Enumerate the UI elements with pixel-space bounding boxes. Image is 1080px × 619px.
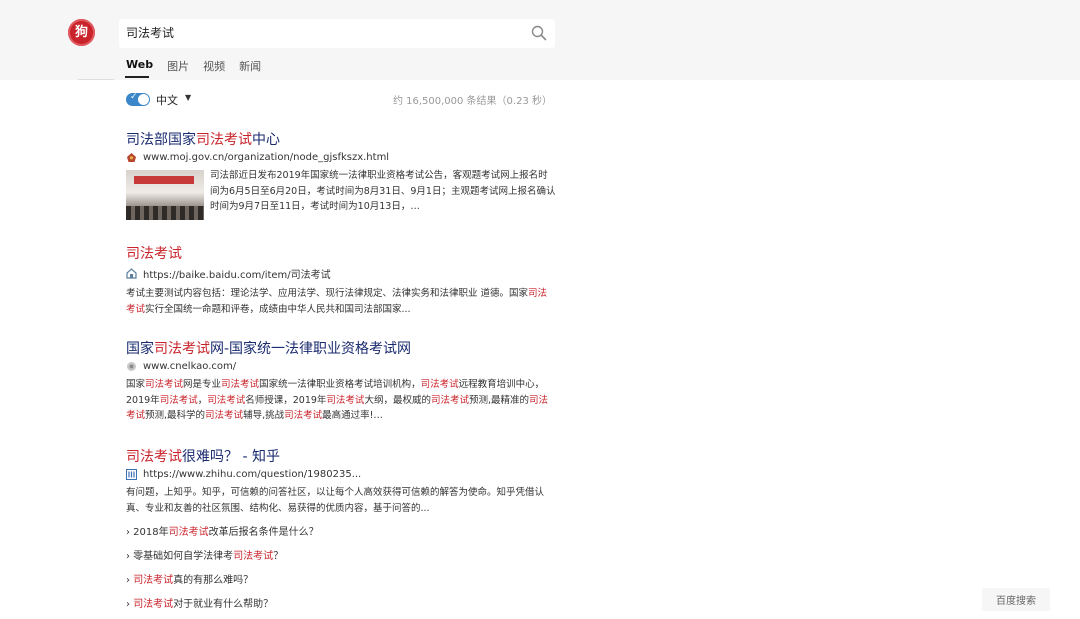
site-globe-icon (127, 362, 136, 371)
active-tab-indicator (125, 76, 149, 78)
result-title[interactable]: 司法考试 (126, 245, 556, 263)
result-title[interactable]: 国家司法考试网-国家统一法律职业资格考试网 (126, 340, 556, 358)
related-question-link[interactable]: › 2018年司法考试改革后报名条件是什么？ (126, 526, 556, 550)
title-highlight: 司法考试 (154, 341, 210, 357)
related-questions: › 2018年司法考试改革后报名条件是什么？ › 零基础如何自学法律考司法考试？… (126, 526, 556, 619)
title-part: 司法部国家 (126, 132, 196, 148)
result-url[interactable]: https://baike.baidu.com/item/司法考试 (126, 266, 556, 281)
result-title[interactable]: 司法部国家司法考试中心 (126, 131, 556, 149)
search-input[interactable] (126, 25, 506, 39)
title-part: 中心 (252, 132, 280, 148)
title-highlight: 司法考试 (196, 132, 252, 148)
search-result: 司法部国家司法考试中心 www.moj.gov.cn/organization/… (126, 131, 556, 220)
tab-news[interactable]: 新闻 (239, 58, 261, 74)
result-url[interactable]: www.moj.gov.cn/organization/node_gjsfksz… (126, 152, 556, 163)
chevron-down-icon[interactable]: ▼ (185, 93, 191, 102)
title-part: 很难吗？ - 知乎 (182, 449, 280, 465)
toggle-knob (138, 94, 149, 105)
thumbnail-banner (134, 176, 194, 184)
thumbnail-audience (126, 206, 204, 220)
title-part: 网-国家统一法律职业资格考试网 (210, 341, 412, 357)
search-result: 国家司法考试网-国家统一法律职业资格考试网 www.cnelkao.com/ 国… (126, 340, 556, 424)
result-url[interactable]: https://www.zhihu.com/question/1980235..… (126, 469, 556, 480)
language-filter-toggle[interactable]: ✓ (126, 92, 150, 106)
result-thumbnail[interactable] (126, 170, 204, 220)
language-select[interactable]: 中文 (156, 92, 178, 108)
result-count: 约 16,500,000 条结果（0.23 秒） (392, 96, 552, 107)
moj-emblem-icon (127, 153, 136, 162)
tab-videos[interactable]: 视频 (203, 58, 225, 74)
url-text: www.moj.gov.cn/organization/node_gjsfksz… (143, 152, 390, 163)
baike-icon (126, 268, 137, 279)
title-highlight: 司法考试 (126, 449, 182, 465)
result-snippet: 有问题，上知乎。知乎，可信赖的问答社区，以让每个人高效获得可信赖的解答为使命。知… (126, 487, 545, 514)
url-text: www.cnelkao.com/ (143, 361, 237, 372)
title-part: 国家 (126, 341, 154, 357)
related-question-link[interactable]: › 零基础如何自学法律考司法考试？ (126, 550, 556, 574)
search-box[interactable] (119, 19, 555, 48)
title-highlight: 司法考试 (126, 246, 182, 262)
tab-web[interactable]: Web (126, 58, 153, 74)
filter-row: ✓ 中文 ▼ 约 16,500,000 条结果（0.23 秒） (126, 92, 552, 108)
divider (78, 79, 114, 80)
url-text: https://www.zhihu.com/question/1980235..… (143, 469, 362, 480)
search-icon[interactable] (531, 25, 547, 41)
result-body: 司法部近日发布2019年国家统一法律职业资格考试公告，客观题考试网上报名时间为6… (126, 168, 556, 220)
zhihu-icon (126, 469, 137, 480)
tab-images[interactable]: 图片 (167, 58, 189, 74)
related-question-link[interactable]: › 司法考试对于就业有什么帮助？ (126, 598, 556, 619)
search-tabs: Web 图片 视频 新闻 (126, 58, 261, 74)
result-snippet: 司法部近日发布2019年国家统一法律职业资格考试公告，客观题考试网上报名时间为6… (210, 170, 556, 212)
check-icon: ✓ (130, 92, 138, 102)
related-question-link[interactable]: › 司法考试真的有那么难吗？ (126, 574, 556, 598)
baidu-search-button[interactable]: 百度搜索 (982, 588, 1050, 611)
search-result: 司法考试很难吗？ - 知乎 https://www.zhihu.com/ques… (126, 448, 556, 619)
result-snippet: 考试主要测试内容包括：理论法学、应用法学、现行法律规定、法律实务和法律职业 道德… (126, 288, 548, 315)
url-text: https://baike.baidu.com/item/司法考试 (143, 270, 331, 281)
result-url[interactable]: www.cnelkao.com/ (126, 361, 556, 372)
search-result: 司法考试 https://baike.baidu.com/item/司法考试 考… (126, 245, 556, 317)
result-snippet: 国家司法考试网是专业司法考试国家统一法律职业资格考试培训机构，司法考试远程教育培… (126, 379, 549, 421)
result-title[interactable]: 司法考试很难吗？ - 知乎 (126, 448, 556, 466)
logo[interactable]: 狗 (68, 19, 95, 46)
